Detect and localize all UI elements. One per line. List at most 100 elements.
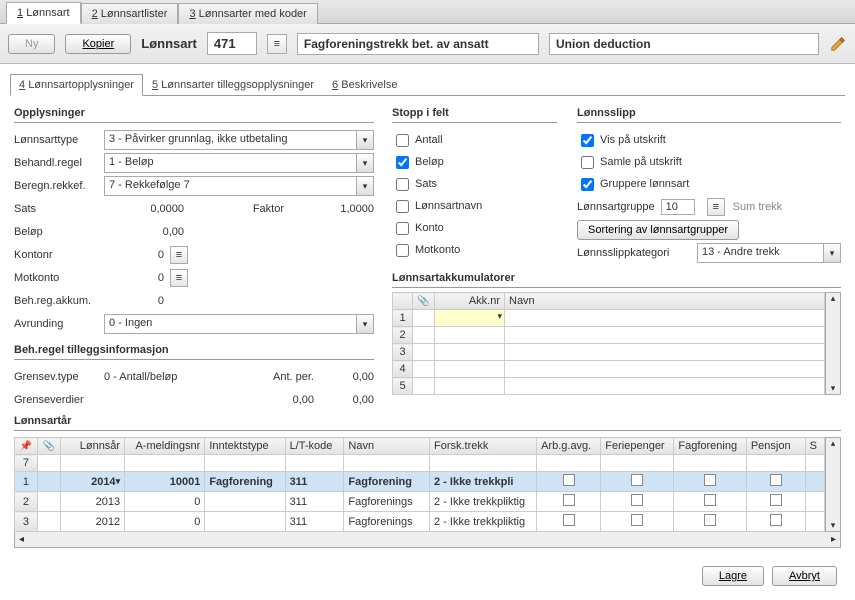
stopp-motkonto-label: Motkonto: [415, 244, 460, 256]
scroll-up-icon[interactable]: ▴: [831, 293, 836, 304]
lookup-icon[interactable]: ≡: [707, 198, 725, 216]
header-desc-en[interactable]: Union deduction: [549, 33, 819, 55]
stopp-sats-checkbox[interactable]: [396, 178, 409, 191]
akk-edit-cell[interactable]: ▾: [435, 310, 505, 327]
stopp-konto-label: Konto: [415, 222, 444, 234]
behandl-label: Behandl.regel: [14, 157, 104, 169]
kategori-field[interactable]: 13 - Andre trekk: [697, 243, 823, 263]
grensev-value: 0 - Antall/beløp: [104, 371, 214, 383]
la-col-arbgavg[interactable]: Arb.g.avg.: [537, 438, 601, 455]
subtab-beskrivelse[interactable]: 6 Beskrivelse: [323, 74, 406, 96]
scroll-down-icon[interactable]: ▾: [831, 520, 836, 531]
scroll-up-icon[interactable]: ▴: [831, 438, 836, 449]
lonnsarttype-field[interactable]: 3 - Påvirker grunnlag, ikke utbetaling: [104, 130, 356, 150]
behakkum-value: 0: [104, 295, 164, 307]
subtab-tillegg[interactable]: 5 Lønnsarter tilleggsopplysninger: [143, 74, 323, 96]
table-row[interactable]: 320120311Fagforenings2 - Ikke trekkplikt…: [15, 512, 825, 532]
stopp-belop-checkbox[interactable]: [396, 156, 409, 169]
avrunding-field[interactable]: 0 - Ingen: [104, 314, 356, 334]
scrollbar-v[interactable]: ▴ ▾: [825, 292, 841, 395]
la-col-pensjon[interactable]: Pensjon: [746, 438, 805, 455]
checkbox[interactable]: [563, 494, 575, 506]
kontonr-label: Kontonr: [14, 249, 104, 261]
stopp-motkonto-checkbox[interactable]: [396, 244, 409, 257]
belop-label: Beløp: [14, 226, 104, 238]
vis-checkbox[interactable]: [581, 134, 594, 147]
kategori-label: Lønnsslippkategori: [577, 247, 697, 259]
lagre-button[interactable]: Lagre: [702, 566, 764, 586]
chevron-down-icon[interactable]: ▾: [356, 176, 374, 196]
subtab-opplysninger[interactable]: 4 Lønnsartopplysninger: [10, 74, 143, 96]
chevron-down-icon[interactable]: ▾: [356, 130, 374, 150]
opplysninger-title: Opplysninger: [14, 104, 374, 123]
la-col-navn[interactable]: Navn: [344, 438, 430, 455]
grensev-label: Grensev.type: [14, 371, 104, 383]
kopier-button[interactable]: Kopier: [65, 34, 131, 54]
checkbox[interactable]: [704, 474, 716, 486]
stopp-antall-checkbox[interactable]: [396, 134, 409, 147]
lartgr-label: Lønnsartgruppe: [577, 201, 655, 213]
stopp-konto-checkbox[interactable]: [396, 222, 409, 235]
checkbox[interactable]: [704, 514, 716, 526]
la-col-inntektstype[interactable]: Inntektstype: [205, 438, 285, 455]
lookup-icon[interactable]: ≡: [267, 34, 287, 54]
chevron-down-icon[interactable]: ▾: [356, 153, 374, 173]
header-id[interactable]: 471: [207, 32, 257, 55]
table-row[interactable]: 7: [15, 455, 825, 472]
la-col-s[interactable]: S: [805, 438, 824, 455]
top-tab-lonnsart[interactable]: 1 Lønnsart: [6, 2, 81, 24]
top-tab-bar: 1 Lønnsart 2 Lønnsartlister 3 Lønnsarter…: [0, 0, 855, 24]
vis-label: Vis på utskrift: [600, 134, 666, 146]
checkbox[interactable]: [563, 474, 575, 486]
samle-checkbox[interactable]: [581, 156, 594, 169]
la-col-fagforening[interactable]: Fagforening: [674, 438, 746, 455]
checkbox[interactable]: [770, 474, 782, 486]
checkbox[interactable]: [770, 514, 782, 526]
scrollbar-v[interactable]: ▴ ▾: [825, 437, 841, 532]
ny-button[interactable]: Ny: [8, 34, 55, 54]
behandl-field[interactable]: 1 - Beløp: [104, 153, 356, 173]
stopp-sats-label: Sats: [415, 178, 437, 190]
akk-col-akknr[interactable]: Akk.nr: [435, 293, 505, 310]
stopp-lnavn-checkbox[interactable]: [396, 200, 409, 213]
la-col-feriepenger[interactable]: Feriepenger: [601, 438, 674, 455]
akk-table[interactable]: Akk.nr Navn 1▾ 2 3 4 5: [392, 292, 825, 395]
table-row[interactable]: 12014▾10001Fagforening311Fagforening2 - …: [15, 472, 825, 492]
la-col-ltkode[interactable]: L/T-kode: [285, 438, 344, 455]
sort-lonnsartgrupper-button[interactable]: Sortering av lønnsartgrupper: [577, 220, 739, 240]
checkbox[interactable]: [631, 514, 643, 526]
lonnsartar-title: Lønnsartår: [14, 412, 841, 431]
scroll-left-icon[interactable]: ◂: [19, 534, 24, 545]
checkbox[interactable]: [563, 514, 575, 526]
lookup-icon[interactable]: ≡: [170, 269, 188, 287]
la-col-am[interactable]: A-meldingsnr: [125, 438, 205, 455]
sumtrekk-text: Sum trekk: [733, 201, 783, 213]
checkbox[interactable]: [631, 474, 643, 486]
header-bar: Ny Kopier Lønnsart 471 ≡ Fagforeningstre…: [0, 24, 855, 64]
checkbox[interactable]: [631, 494, 643, 506]
akk-col-navn[interactable]: Navn: [505, 293, 825, 310]
checkbox[interactable]: [770, 494, 782, 506]
la-col-forsktrekk[interactable]: Forsk.trekk: [430, 438, 537, 455]
lartgr-field[interactable]: 10: [661, 199, 695, 215]
stopp-antall-label: Antall: [415, 134, 443, 146]
lonnsartar-table[interactable]: Lønnsår A-meldingsnr Inntektstype L/T-ko…: [14, 437, 825, 532]
la-col-lonnsar[interactable]: Lønnsår: [60, 438, 124, 455]
akk-col-rownum: [393, 293, 413, 310]
table-row[interactable]: 220130311Fagforenings2 - Ikke trekkplikt…: [15, 492, 825, 512]
beregn-field[interactable]: 7 - Rekkefølge 7: [104, 176, 356, 196]
lookup-icon[interactable]: ≡: [170, 246, 188, 264]
chevron-down-icon[interactable]: ▾: [356, 314, 374, 334]
chevron-down-icon[interactable]: ▾: [823, 243, 841, 263]
sub-tab-bar: 4 Lønnsartopplysninger 5 Lønnsarter till…: [10, 74, 845, 96]
edit-icon[interactable]: [829, 35, 847, 53]
checkbox[interactable]: [704, 494, 716, 506]
scroll-right-icon[interactable]: ▸: [831, 534, 836, 545]
scrollbar-h[interactable]: ◂ ▸: [14, 532, 841, 548]
top-tab-lonnsartlister[interactable]: 2 Lønnsartlister: [81, 3, 179, 24]
grupp-checkbox[interactable]: [581, 178, 594, 191]
avbryt-button[interactable]: Avbryt: [772, 566, 837, 586]
top-tab-lonnsarter-med-koder[interactable]: 3 Lønnsarter med koder: [178, 3, 317, 24]
scroll-down-icon[interactable]: ▾: [831, 383, 836, 394]
header-desc-no[interactable]: Fagforeningstrekk bet. av ansatt: [297, 33, 539, 55]
